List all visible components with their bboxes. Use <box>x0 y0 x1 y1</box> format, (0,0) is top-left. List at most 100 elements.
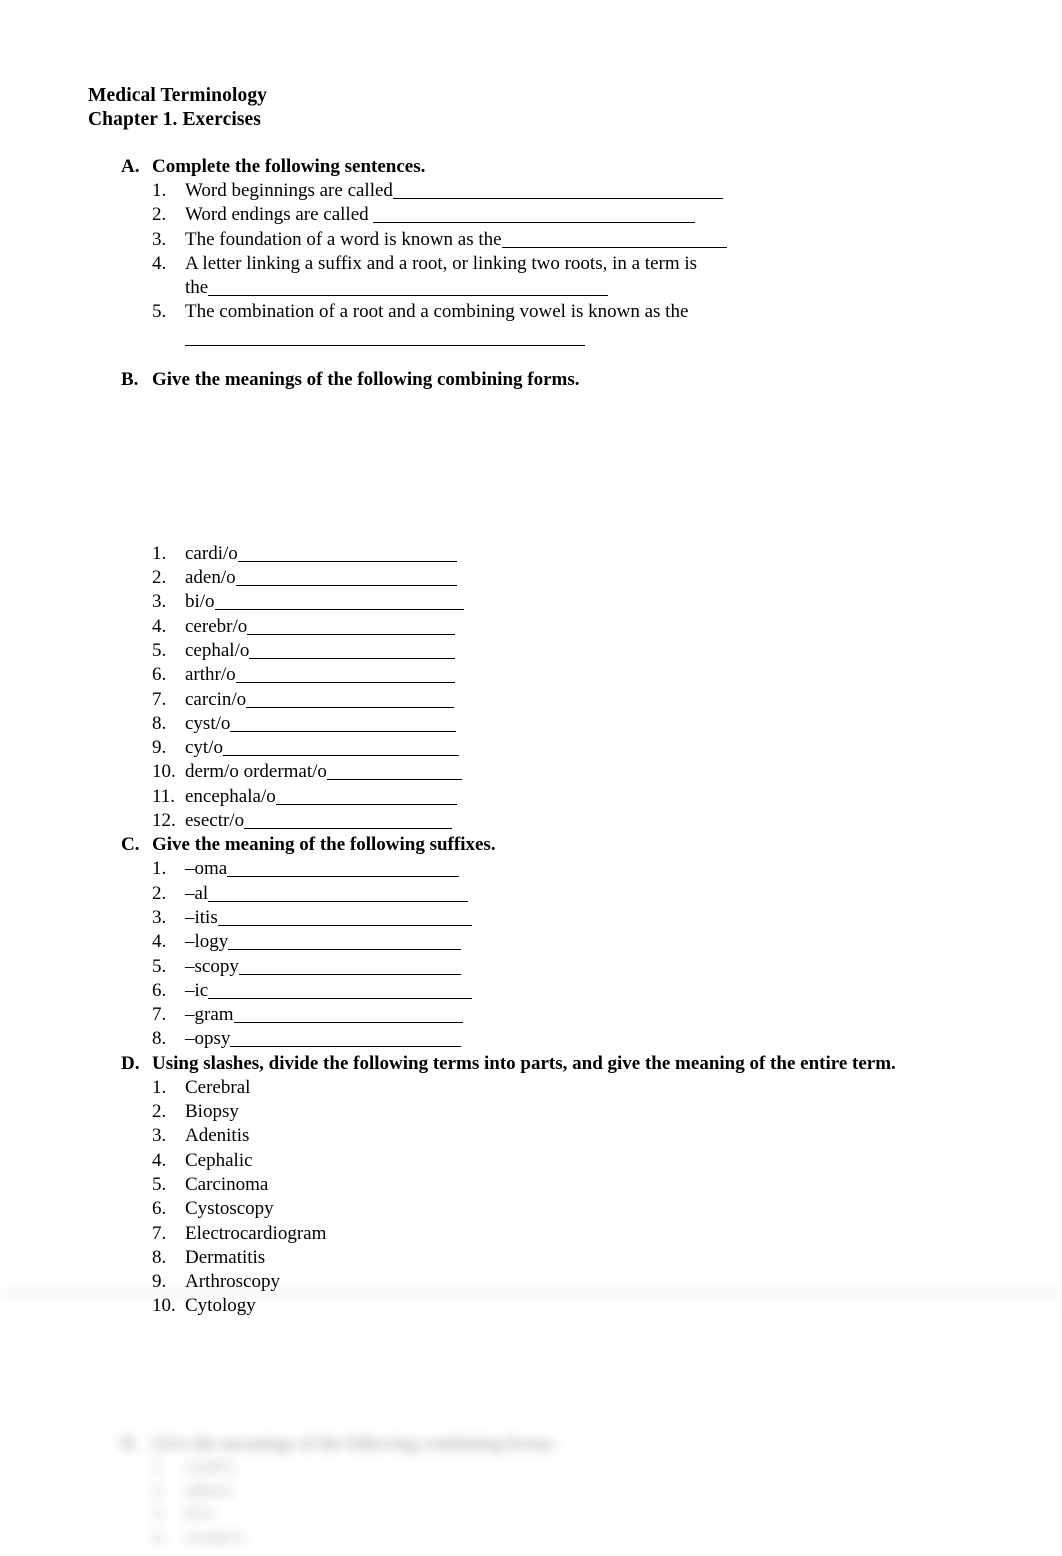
item-text: –itis <box>185 906 218 928</box>
item-number: 12. <box>152 810 176 832</box>
list-item: 1. cardi/o <box>88 542 988 566</box>
item-number: 7. <box>152 1004 167 1026</box>
item-text: cyt/o <box>185 737 223 759</box>
item-body: esectr/o <box>185 809 988 833</box>
ghost-list-item: 3. bi/o <box>88 1502 988 1526</box>
answer-blank[interactable] <box>185 344 585 346</box>
item-body: Word beginnings are called <box>185 179 988 203</box>
list-item: 11. encephala/o <box>88 785 988 809</box>
list-item: 6. arthr/o <box>88 663 988 687</box>
item-text: arthr/o <box>185 664 236 686</box>
answer-blank[interactable] <box>208 295 609 297</box>
answer-blank[interactable] <box>246 706 455 708</box>
item-body: cerebr/o <box>185 615 988 639</box>
item-number: 4. <box>152 931 167 953</box>
answer-blank[interactable] <box>373 222 696 224</box>
item-text: –ic <box>185 979 209 1001</box>
list-item: 7. –gram <box>88 1003 988 1027</box>
answer-blank[interactable] <box>392 198 723 199</box>
item-text: bi/o <box>185 591 215 613</box>
item-body: Electrocardiogram <box>185 1222 988 1246</box>
item-number: 5. <box>152 639 167 661</box>
item-text: Biopsy <box>185 1101 239 1123</box>
exercise-section-d: D. Using slashes, divide the following te… <box>88 1052 988 1319</box>
item-number: 10. <box>152 761 176 783</box>
answer-blank[interactable] <box>501 246 727 248</box>
item-text: cephal/o <box>185 639 250 661</box>
list-item: 2. Biopsy <box>88 1100 988 1124</box>
item-body: Biopsy <box>185 1100 988 1124</box>
item-body: Cerebral <box>185 1076 988 1100</box>
list-item: 3. The foundation of a word is known as t… <box>88 228 988 252</box>
answer-blank[interactable] <box>208 997 473 999</box>
section-letter: D. <box>121 1052 140 1074</box>
item-text: carcin/o <box>185 688 247 710</box>
item-body: Dermatitis <box>185 1246 988 1270</box>
section-title: Give the meaning of the following suffix… <box>152 834 496 856</box>
answer-blank[interactable] <box>238 973 461 975</box>
ghost-section-letter: B. <box>121 1433 138 1453</box>
item-text: The foundation of a word is known as the <box>185 228 502 250</box>
answer-blank[interactable] <box>326 779 462 781</box>
item-text: A letter linking a suffix and a root, or… <box>185 252 698 274</box>
list-item: 9. cyt/o <box>88 736 988 760</box>
answer-blank[interactable] <box>237 560 457 562</box>
item-number: 3. <box>152 906 167 928</box>
item-body: cyst/o <box>185 712 988 736</box>
answer-blank[interactable] <box>217 924 472 926</box>
answer-blank[interactable] <box>230 730 457 732</box>
item-body: The foundation of a word is known as the <box>185 228 988 252</box>
list-item: 5. Carcinoma <box>88 1173 988 1197</box>
answer-blank[interactable] <box>227 876 460 878</box>
answer-blank[interactable] <box>233 1022 463 1024</box>
item-number: 3. <box>152 1125 167 1147</box>
item-number: 8. <box>152 1028 167 1050</box>
item-text: –oma <box>185 858 228 880</box>
item-number: 5. <box>152 1173 167 1195</box>
item-number: 8. <box>152 1246 167 1268</box>
section-item-list: 1. –oma 2. –al 3. –itis 4. –logy 5. –scopy 6. –ic 7.… <box>88 857 988 1051</box>
answer-blank[interactable] <box>275 803 457 805</box>
answer-blank[interactable] <box>244 828 453 830</box>
section-heading: C. Give the meaning of the following suff… <box>88 833 988 857</box>
item-body: Adenitis <box>185 1124 988 1148</box>
ghost-item-number: 1. <box>152 1456 166 1476</box>
answer-blank[interactable] <box>235 682 455 684</box>
ghost-list-item: 4. cerebr/o <box>88 1526 988 1550</box>
answer-blank[interactable] <box>249 657 456 659</box>
answer-blank[interactable] <box>247 633 456 635</box>
item-text: –gram <box>185 1004 234 1026</box>
list-item: 8. –opsy <box>88 1027 988 1051</box>
item-number: 2. <box>152 204 167 226</box>
list-item: 4. –logy <box>88 930 988 954</box>
section-letter: B. <box>121 368 139 390</box>
answer-blank[interactable] <box>214 609 464 611</box>
list-item: 3. Adenitis <box>88 1124 988 1148</box>
answer-blank[interactable] <box>223 755 459 757</box>
item-text: –scopy <box>185 955 239 977</box>
item-text: encephala/o <box>185 785 276 807</box>
item-body: encephala/o <box>185 785 988 809</box>
section-title: Give the meanings of the following combi… <box>152 368 580 390</box>
ghost-item-number: 3. <box>152 1503 166 1524</box>
item-number: 5. <box>152 955 167 977</box>
answer-blank[interactable] <box>230 1046 462 1048</box>
section-title: Complete the following sentences. <box>152 156 426 177</box>
ghost-section-title: Give the meanings of the following combi… <box>152 1433 557 1453</box>
item-body: –scopy <box>185 955 988 979</box>
item-number: 8. <box>152 712 167 734</box>
answer-blank[interactable] <box>208 900 469 902</box>
list-item: 4. A letter linking a suffix and a root, … <box>88 252 988 301</box>
list-item: 6. –ic <box>88 979 988 1003</box>
item-text: The combination of a root and a combinin… <box>185 301 689 323</box>
answer-blank[interactable] <box>235 585 457 587</box>
section-item-list: 1. Cerebral 2. Biopsy 3. Adenitis 4. Cephalic 5.… <box>88 1076 988 1319</box>
item-text: aden/o <box>185 567 236 589</box>
answer-blank[interactable] <box>228 949 462 951</box>
item-body: –opsy <box>185 1027 988 1051</box>
exercise-section-b: B. Give the meanings of the following com… <box>88 368 988 834</box>
item-text: Cephalic <box>185 1149 253 1171</box>
item-body: The combination of a root and a combinin… <box>185 300 988 346</box>
list-item: 7. carcin/o <box>88 688 988 712</box>
item-number: 2. <box>152 1101 167 1123</box>
